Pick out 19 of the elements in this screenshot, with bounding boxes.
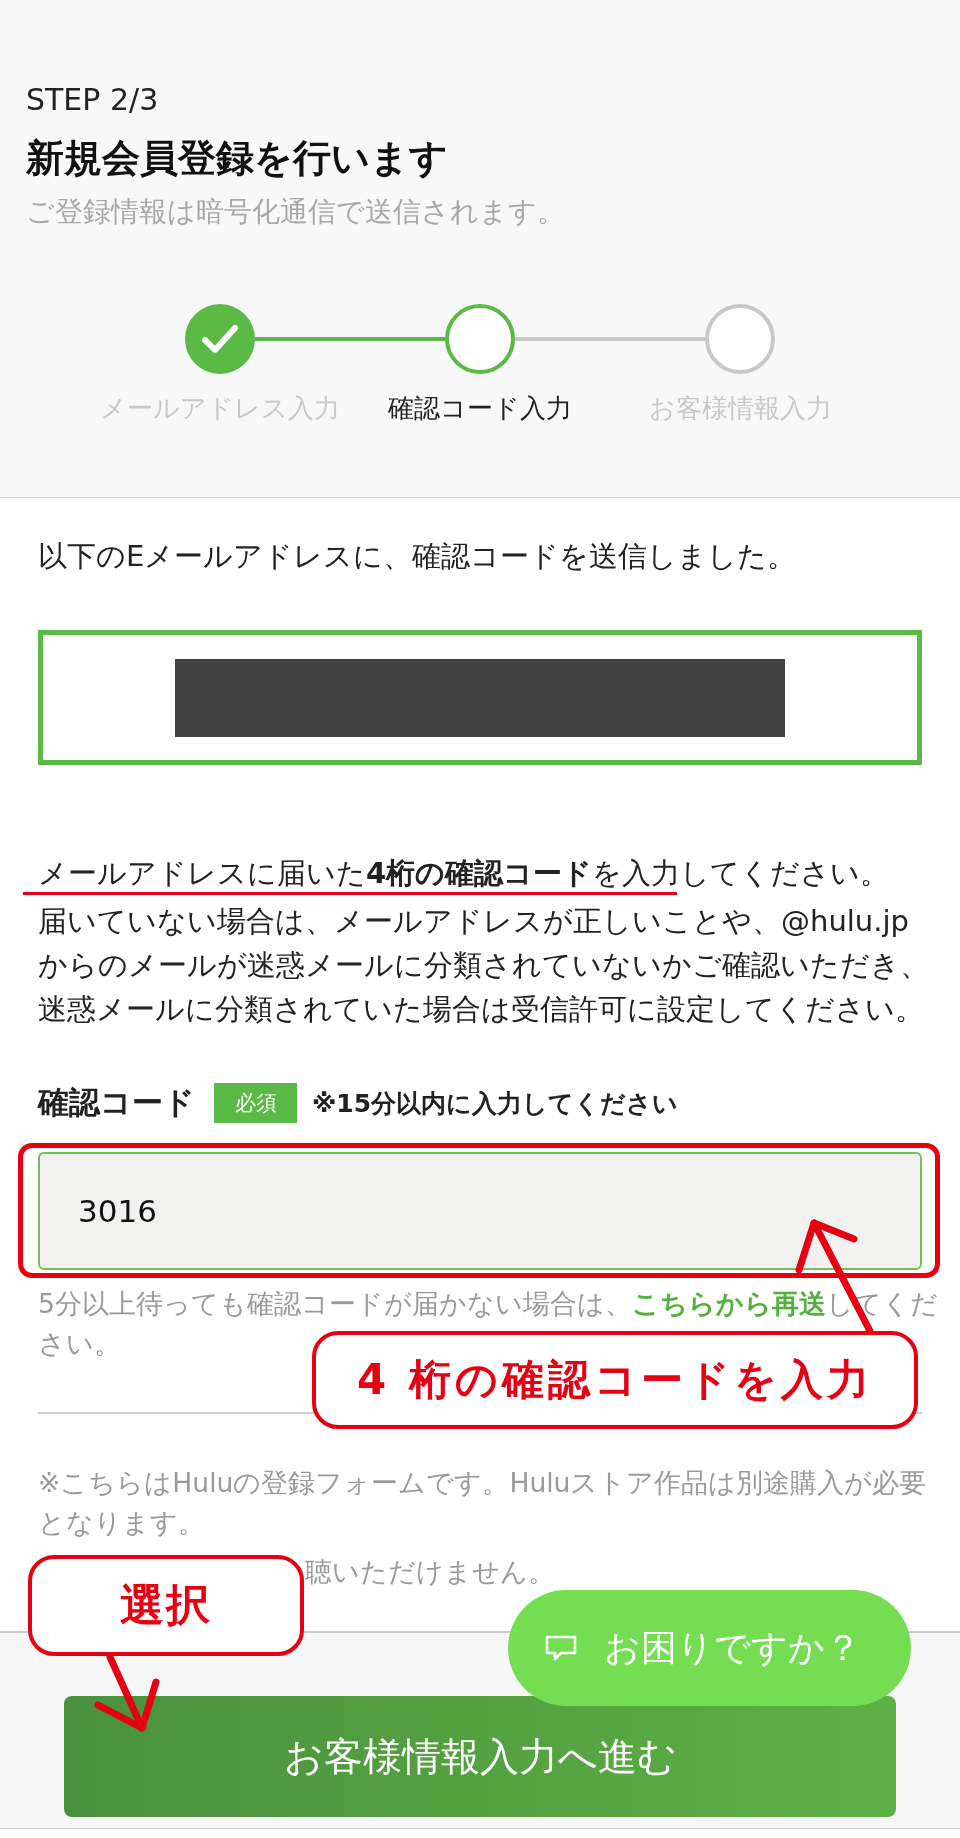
required-badge: 必須 xyxy=(214,1083,297,1123)
footer-note: 聴いただけません。 xyxy=(305,1555,555,1589)
resend-link[interactable]: こちらから再送 xyxy=(632,1288,826,1319)
sent-notice: 以下のEメールアドレスに、確認コードを送信しました。 xyxy=(38,538,798,575)
code-input[interactable]: 3016 xyxy=(38,1152,922,1270)
submit-button[interactable]: お客様情報入力へ進む xyxy=(64,1696,896,1817)
help-button[interactable]: お困りですか？ xyxy=(508,1590,911,1706)
page-subtitle: ご登録情報は暗号化通信で送信されます。 xyxy=(26,194,566,230)
step-counter: STEP 2/3 xyxy=(26,82,160,118)
instruction-text: メールアドレスに届いた4桁の確認コードを入力してください。 xyxy=(38,855,891,891)
chat-bubble-icon xyxy=(545,1635,577,1661)
footer-note: ※こちらはHuluの登録フォームです。Huluストア作品は別途購入が必要となります。 xyxy=(38,1466,928,1540)
step-label: 確認コード入力 xyxy=(387,392,573,424)
callout: 4 桁の確認コードを入力 xyxy=(312,1331,918,1429)
time-limit-note: ※15分以内に入力してください xyxy=(312,1087,679,1120)
field-label: 確認コード xyxy=(38,1083,195,1122)
instruction-note: 届いていない場合は、メールアドレスが正しいことや、@hulu.jpからのメールが迷惑メールに分類されていないかご確認いただき、迷惑メールに分類されていた場合は受信許可に設定してください。 xyxy=(38,903,929,1028)
callout: 選択 xyxy=(28,1555,304,1656)
page-title: 新規会員登録を行います xyxy=(26,135,449,181)
